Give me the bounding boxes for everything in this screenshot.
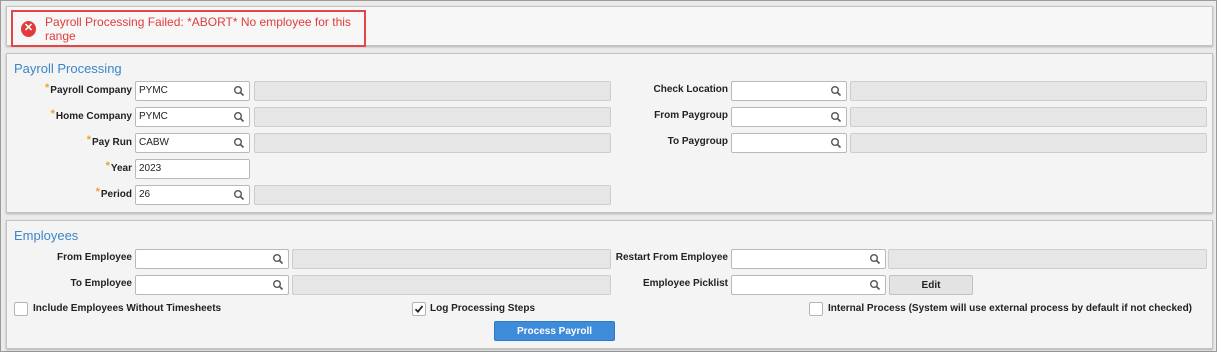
required-star-icon: * [95,186,100,198]
checkmark-icon [414,305,424,314]
restart-from-employee-description [888,249,1207,269]
year-label: *Year [105,160,132,174]
include-without-timesheets-checkbox[interactable] [14,302,28,316]
home-company-field[interactable]: PYMC [135,107,250,127]
error-message-box: ✕ Payroll Processing Failed: *ABORT* No … [11,10,366,47]
home-company-value: PYMC [139,111,168,122]
include-without-timesheets-label: Include Employees Without Timesheets [33,303,222,314]
process-payroll-button[interactable]: Process Payroll [494,321,615,341]
payroll-company-field[interactable]: PYMC [135,81,250,101]
year-value: 2023 [139,163,162,174]
edit-picklist-button[interactable]: Edit [889,275,973,295]
to-employee-field[interactable] [135,275,289,295]
restart-from-employee-field[interactable] [731,249,886,269]
search-icon[interactable] [233,111,245,123]
year-field[interactable]: 2023 [135,159,250,179]
payroll-processing-panel: Payroll Processing *Payroll Company PYMC… [6,53,1213,213]
error-circle-icon: ✕ [21,20,37,37]
from-employee-label: From Employee [56,252,132,263]
required-star-icon: * [105,160,110,172]
search-icon[interactable] [233,137,245,149]
error-banner: ✕ Payroll Processing Failed: *ABORT* No … [6,6,1213,47]
from-paygroup-description [850,107,1207,127]
search-icon[interactable] [272,279,284,291]
payroll-company-label: *Payroll Company [45,82,132,96]
required-star-icon: * [45,82,50,94]
search-icon[interactable] [869,253,881,265]
to-paygroup-label: To Paygroup [667,136,728,147]
pay-run-value: CABW [139,137,169,148]
from-paygroup-label: From Paygroup [654,110,728,121]
employees-title: Employees [14,228,79,243]
check-location-description [850,81,1207,101]
internal-process-label: Internal Process (System will use extern… [828,303,1193,314]
check-location-label: Check Location [653,84,728,95]
period-description [254,185,611,205]
internal-process-checkbox[interactable] [809,302,823,316]
employees-panel: Employees From Employee To Employee Rest… [6,220,1213,349]
payroll-company-description [254,81,611,101]
search-icon[interactable] [830,137,842,149]
search-icon[interactable] [830,111,842,123]
payroll-company-value: PYMC [139,85,168,96]
employee-picklist-field[interactable] [731,275,886,295]
search-icon[interactable] [233,189,245,201]
search-icon[interactable] [233,85,245,97]
search-icon[interactable] [272,253,284,265]
error-message-text: Payroll Processing Failed: *ABORT* No em… [45,14,351,43]
search-icon[interactable] [869,279,881,291]
to-employee-label: To Employee [70,278,133,289]
search-icon[interactable] [830,85,842,97]
restart-from-employee-label: Restart From Employee [615,252,728,263]
pay-run-label: *Pay Run [86,134,132,148]
from-employee-description [292,249,611,269]
from-employee-field[interactable] [135,249,289,269]
pay-run-field[interactable]: CABW [135,133,250,153]
employee-picklist-label: Employee Picklist [642,278,728,289]
check-location-field[interactable] [731,81,847,101]
to-paygroup-field[interactable] [731,133,847,153]
required-star-icon: * [86,134,91,146]
period-value: 26 [139,189,151,200]
required-star-icon: * [50,108,55,120]
home-company-description [254,107,611,127]
log-processing-steps-checkbox[interactable] [412,302,426,316]
to-employee-description [292,275,611,295]
home-company-label: *Home Company [50,108,132,122]
period-label: *Period [95,186,132,200]
payroll-processing-title: Payroll Processing [14,61,122,76]
from-paygroup-field[interactable] [731,107,847,127]
log-processing-steps-label: Log Processing Steps [430,303,536,314]
period-field[interactable]: 26 [135,185,250,205]
to-paygroup-description [850,133,1207,153]
pay-run-description [254,133,611,153]
